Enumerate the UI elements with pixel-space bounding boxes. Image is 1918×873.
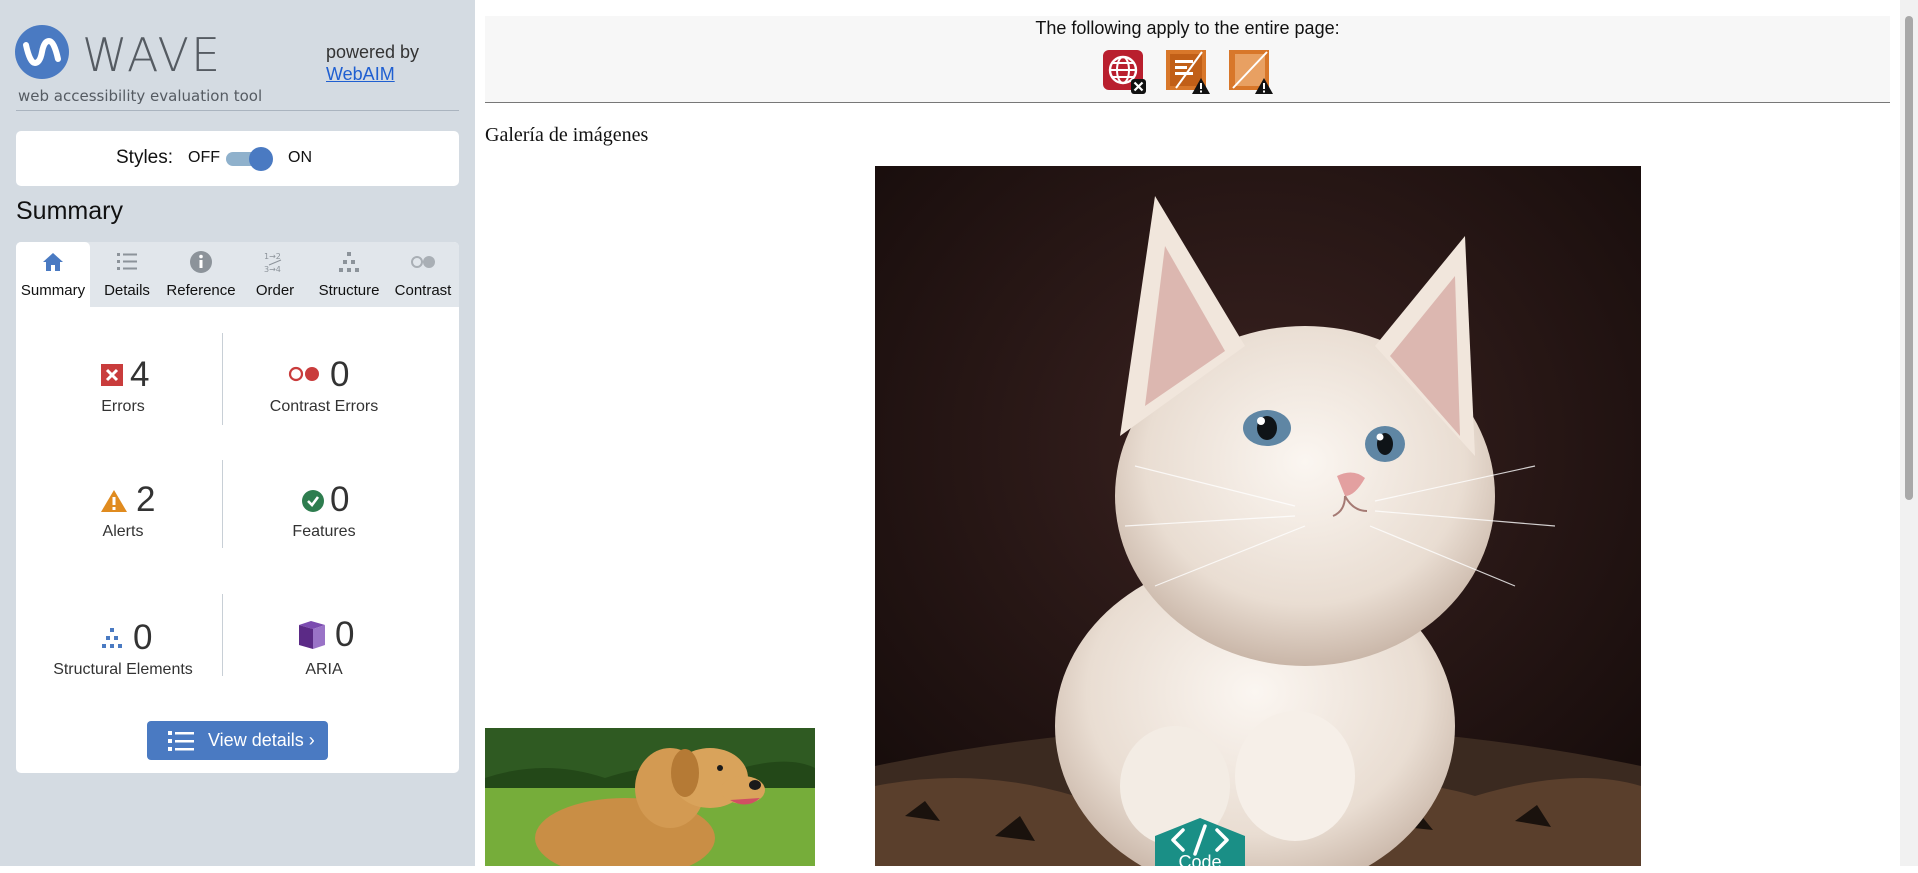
dog-image (485, 728, 815, 866)
tab-structure[interactable]: Structure (312, 242, 386, 307)
structural-count: 0 (133, 618, 153, 657)
tab-order[interactable]: 1→2 3→4 Order (238, 242, 312, 307)
powered-by: powered by WebAIM (326, 42, 419, 85)
language-error-icon[interactable] (1103, 48, 1147, 94)
view-details-button[interactable]: View details › (147, 721, 328, 760)
info-icon (190, 251, 212, 273)
webaim-link[interactable]: WebAIM (326, 64, 419, 85)
view-details-label: View details › (208, 730, 315, 750)
svg-text:3→4: 3→4 (264, 265, 281, 274)
alert-icon (101, 490, 127, 512)
styles-off-label: OFF (188, 149, 220, 166)
evaluated-page: The following apply to the entire page: (475, 0, 1900, 872)
aria-stat[interactable]: 0 ARIA (224, 615, 424, 685)
tab-contrast[interactable]: Contrast (386, 242, 460, 307)
document-alert-icon[interactable] (1166, 48, 1210, 94)
toggle-knob (249, 147, 273, 171)
page-heading: Galería de imágenes (485, 124, 649, 146)
styles-toggle-box: Styles: OFF ON (16, 131, 459, 186)
code-toggle-tab[interactable]: Code (1143, 818, 1257, 872)
wave-sidebar: WAVE web accessibility evaluation tool p… (0, 0, 475, 866)
code-tab-label: Code (1178, 852, 1222, 872)
contrast-errors-label: Contrast Errors (269, 398, 379, 415)
contrast-errors-count: 0 (330, 355, 350, 394)
summary-panel: Summary Details Reference 1→2 3→4 Order … (16, 242, 459, 773)
page-level-icons-bar: The following apply to the entire page: (485, 16, 1890, 103)
wave-logo-text: WAVE (82, 28, 223, 82)
structure-icon (339, 252, 359, 272)
tab-label: Contrast (394, 282, 452, 299)
kitten-image (875, 166, 1641, 866)
wave-logo-subtitle: web accessibility evaluation tool (18, 87, 263, 105)
svg-text:1→2: 1→2 (264, 252, 281, 261)
aria-icon (299, 621, 325, 649)
list-icon (117, 253, 137, 270)
errors-label: Errors (101, 398, 145, 415)
contrast-icon (411, 256, 435, 268)
styles-toggle[interactable] (224, 147, 274, 171)
tab-details[interactable]: Details (90, 242, 164, 307)
errors-count: 4 (130, 355, 150, 394)
list-icon (168, 731, 194, 751)
alerts-stat[interactable]: 2 Alerts (23, 480, 223, 550)
alerts-label: Alerts (102, 523, 144, 540)
tab-summary[interactable]: Summary (16, 242, 90, 307)
home-icon (43, 253, 63, 271)
structural-icon (102, 628, 122, 648)
features-label: Features (292, 523, 356, 540)
feature-icon (302, 490, 324, 512)
order-icon: 1→2 3→4 (264, 252, 282, 274)
page-level-title: The following apply to the entire page: (1035, 18, 1340, 38)
tab-reference[interactable]: Reference (164, 242, 238, 307)
features-count: 0 (330, 480, 350, 519)
wave-logo-icon (15, 25, 69, 79)
error-icon (101, 364, 123, 386)
errors-stat[interactable]: 4 Errors (23, 355, 223, 425)
styles-on-label: ON (288, 149, 312, 166)
structural-label: Structural Elements (53, 661, 193, 678)
scrollbar-thumb[interactable] (1905, 16, 1913, 500)
aria-count: 0 (335, 615, 355, 654)
logo-divider (16, 110, 459, 111)
powered-by-text: powered by (326, 42, 420, 62)
summary-heading: Summary (16, 197, 123, 225)
alerts-count: 2 (136, 480, 156, 519)
panel-tabs: Summary Details Reference 1→2 3→4 Order … (16, 242, 459, 307)
structural-stat[interactable]: 0 Structural Elements (23, 615, 223, 685)
page-scrollbar[interactable] (1900, 0, 1918, 866)
aria-label: ARIA (305, 661, 343, 678)
features-stat[interactable]: 0 Features (224, 480, 424, 550)
contrast-errors-stat[interactable]: 0 Contrast Errors (224, 355, 424, 425)
styles-label: Styles: (116, 147, 174, 168)
contrast-error-icon (288, 366, 319, 382)
noscript-alert-icon[interactable] (1229, 48, 1273, 94)
